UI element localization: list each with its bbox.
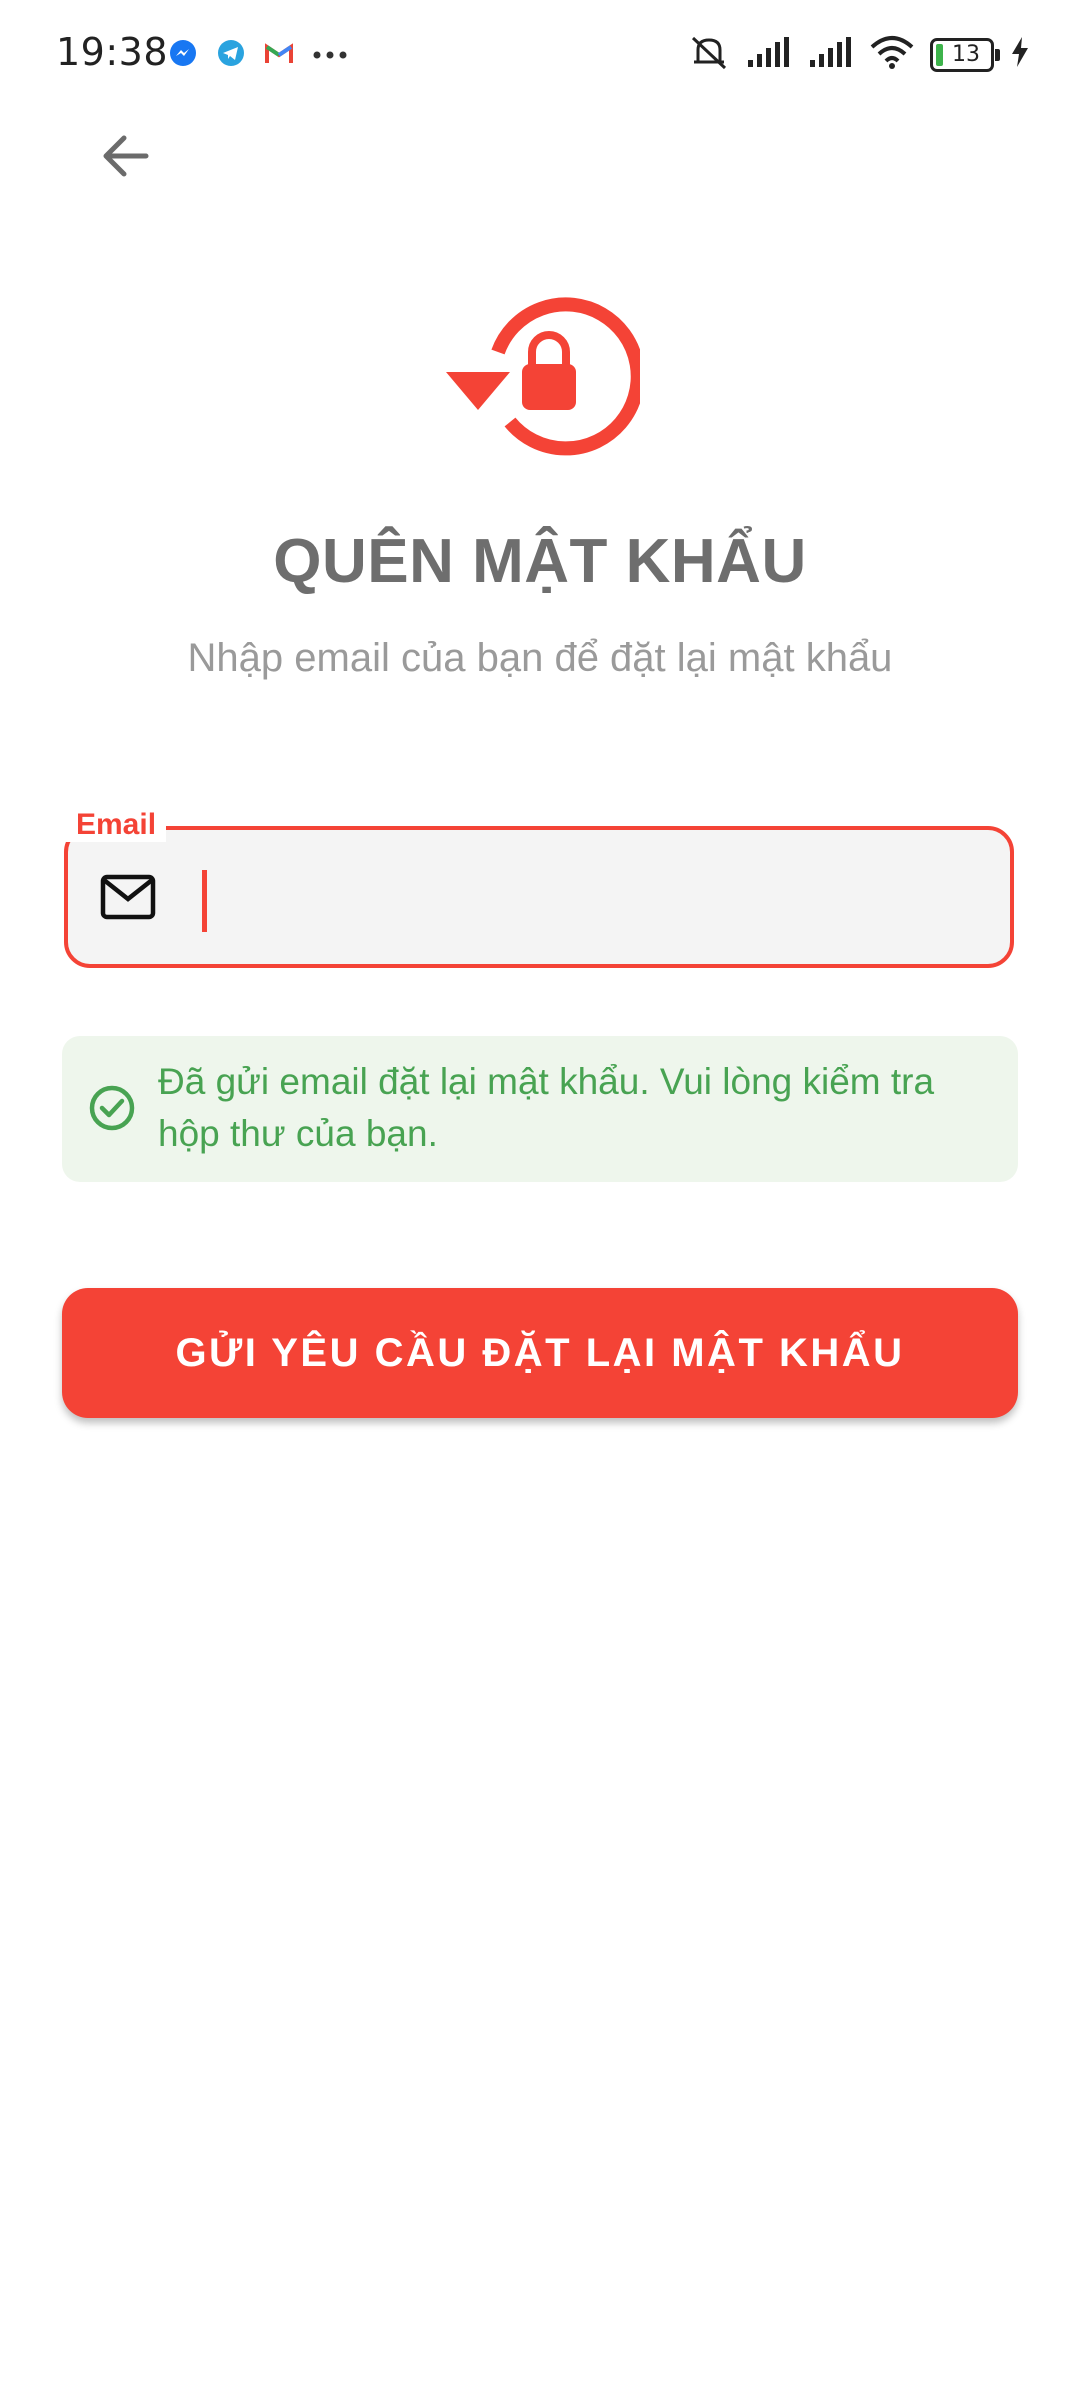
submit-reset-button[interactable]: GỬI YÊU CẦU ĐẶT LẠI MẬT KHẨU [62,1288,1018,1418]
signal-icon [808,36,854,73]
wifi-icon [870,35,914,74]
mail-icon [100,874,156,920]
text-cursor [202,870,207,932]
success-message-box: Đã gửi email đặt lại mật khẩu. Vui lòng … [62,1036,1018,1182]
status-bar: 19:38 13 [0,0,1080,110]
email-label: Email [66,808,167,842]
more-dots-icon [312,47,348,65]
telegram-icon [216,38,246,73]
signal-icon [746,36,792,73]
notification-icons [168,38,348,73]
back-button[interactable] [90,120,162,192]
gmail-icon [264,41,294,70]
arrow-left-icon [103,135,149,177]
battery-icon: 13 [930,37,1000,72]
success-message: Đã gửi email đặt lại mật khẩu. Vui lòng … [158,1061,935,1154]
messenger-icon [168,38,198,73]
page-title: QUÊN MẬT KHẨU [273,527,807,596]
mute-icon [688,34,730,75]
check-circle-icon [89,1085,135,1131]
email-field[interactable] [64,826,1014,968]
status-time: 19:38 [56,30,169,74]
email-input[interactable] [196,856,980,942]
system-status-icons: 13 [688,34,1030,75]
lock-reset-icon [440,292,645,462]
charging-icon [1010,36,1030,73]
page-subtitle: Nhập email của bạn để đặt lại mật khẩu [187,636,893,680]
battery-level: 13 [952,42,980,67]
